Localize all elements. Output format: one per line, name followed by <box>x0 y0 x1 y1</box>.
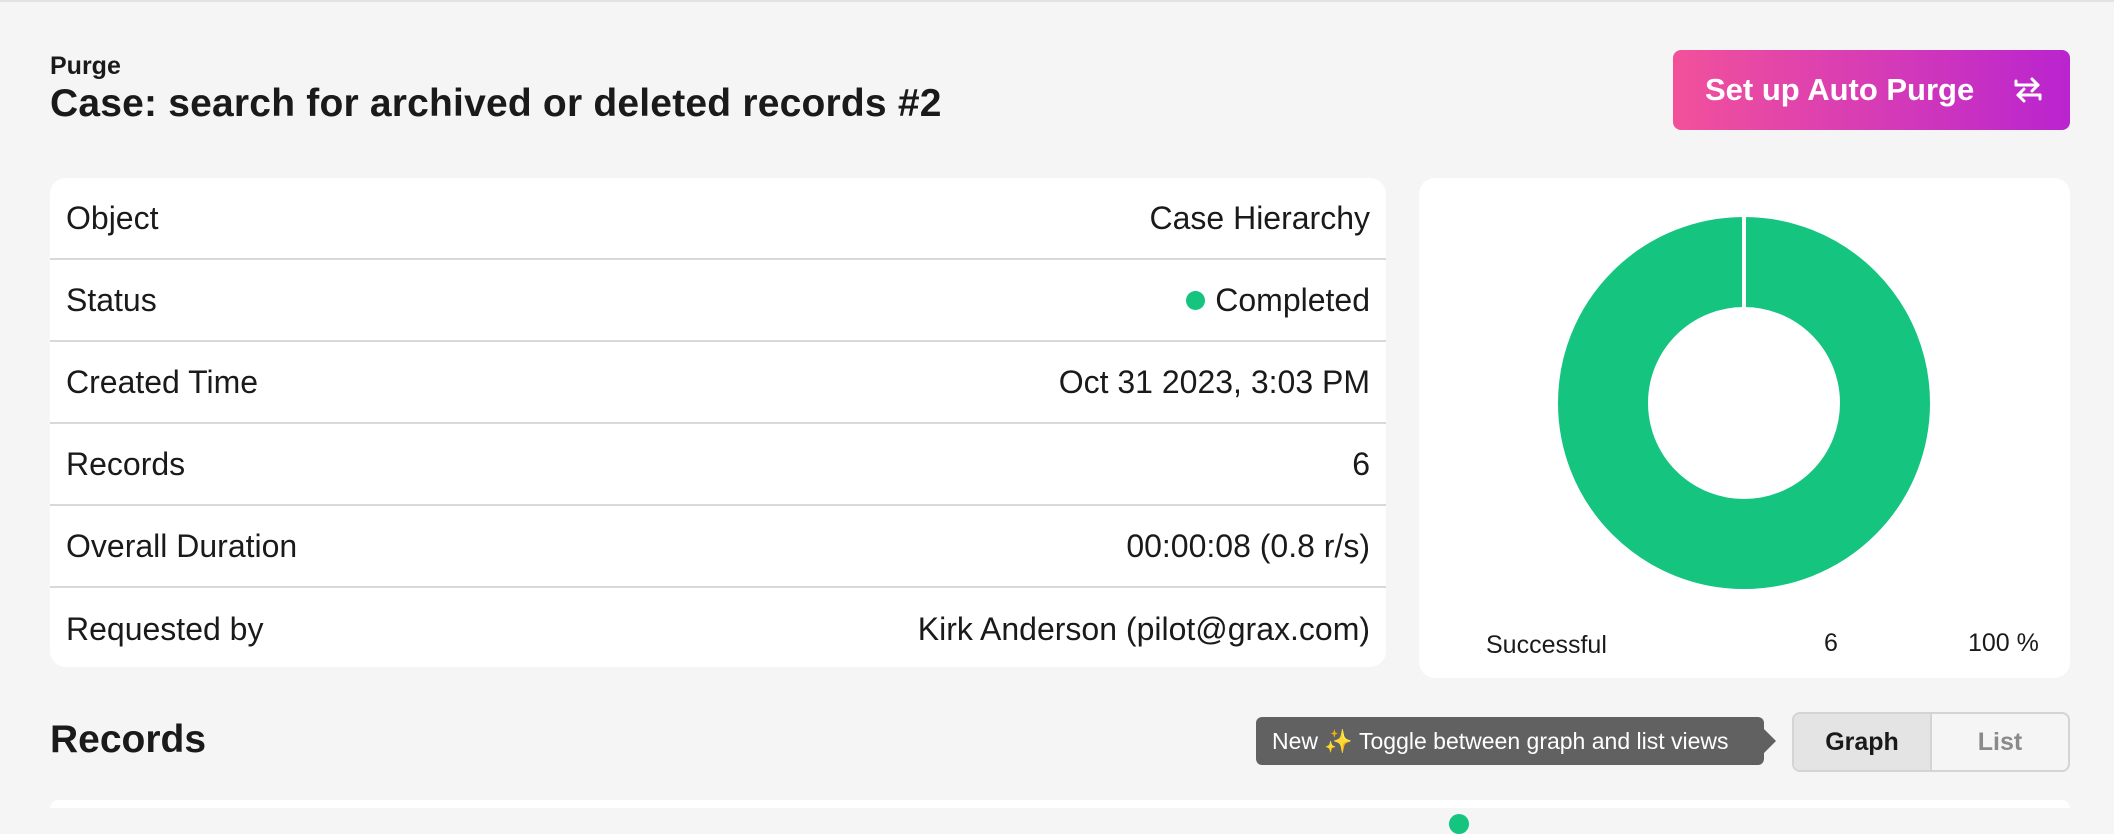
records-card-edge <box>50 800 2070 808</box>
legend-successful-dot-icon <box>1449 814 1469 834</box>
detail-label: Object <box>66 199 159 236</box>
donut-chart <box>1558 215 1931 589</box>
view-toggle-tooltip: New ✨ Toggle between graph and list view… <box>1256 717 1776 765</box>
records-section-title: Records <box>50 718 207 761</box>
page-eyebrow: Purge <box>50 52 121 80</box>
set-up-auto-purge-button[interactable]: Set up Auto Purge <box>1673 50 2070 130</box>
detail-label: Records <box>66 445 186 482</box>
view-toggle: Graph List <box>1792 712 2070 772</box>
detail-label: Status <box>66 281 157 318</box>
status-value: Completed <box>1186 282 1370 319</box>
detail-value: Case Hierarchy <box>1149 199 1370 236</box>
detail-value: 00:00:08 (0.8 r/s) <box>1126 527 1370 564</box>
detail-row-requested-by: Requested by Kirk Anderson (pilot@grax.c… <box>50 588 1386 667</box>
auto-purge-label: Set up Auto Purge <box>1705 72 1975 107</box>
purge-results-chart-card <box>1419 178 2070 834</box>
detail-label: Created Time <box>66 363 259 400</box>
status-text: Completed <box>1215 281 1370 318</box>
detail-row-records: Records 6 <box>50 424 1386 506</box>
graph-view-button[interactable]: Graph <box>1794 714 1932 770</box>
legend-series-count: 6 <box>1824 629 1838 657</box>
detail-value: 6 <box>1352 445 1370 482</box>
detail-label: Requested by <box>66 610 264 647</box>
legend-series-name: Successful <box>1486 631 1607 659</box>
status-dot-icon <box>1186 290 1206 310</box>
detail-label: Overall Duration <box>66 527 298 564</box>
page-title: Case: search for archived or deleted rec… <box>50 82 942 125</box>
detail-row-status: Status Completed <box>50 260 1386 342</box>
detail-row-created-time: Created Time Oct 31 2023, 3:03 PM <box>50 342 1386 424</box>
legend-series-percent: 100 % <box>1968 629 2039 657</box>
top-border <box>0 0 2114 2</box>
detail-value: Oct 31 2023, 3:03 PM <box>1058 363 1370 400</box>
list-view-button[interactable]: List <box>1932 714 2068 770</box>
detail-row-overall-duration: Overall Duration 00:00:08 (0.8 r/s) <box>50 506 1386 588</box>
repeat-arrows-icon <box>2014 77 2042 103</box>
purge-details-card: Object Case Hierarchy Status Completed C… <box>50 178 1386 667</box>
detail-value: Kirk Anderson (pilot@grax.com) <box>917 610 1370 647</box>
detail-row-object: Object Case Hierarchy <box>50 178 1386 260</box>
